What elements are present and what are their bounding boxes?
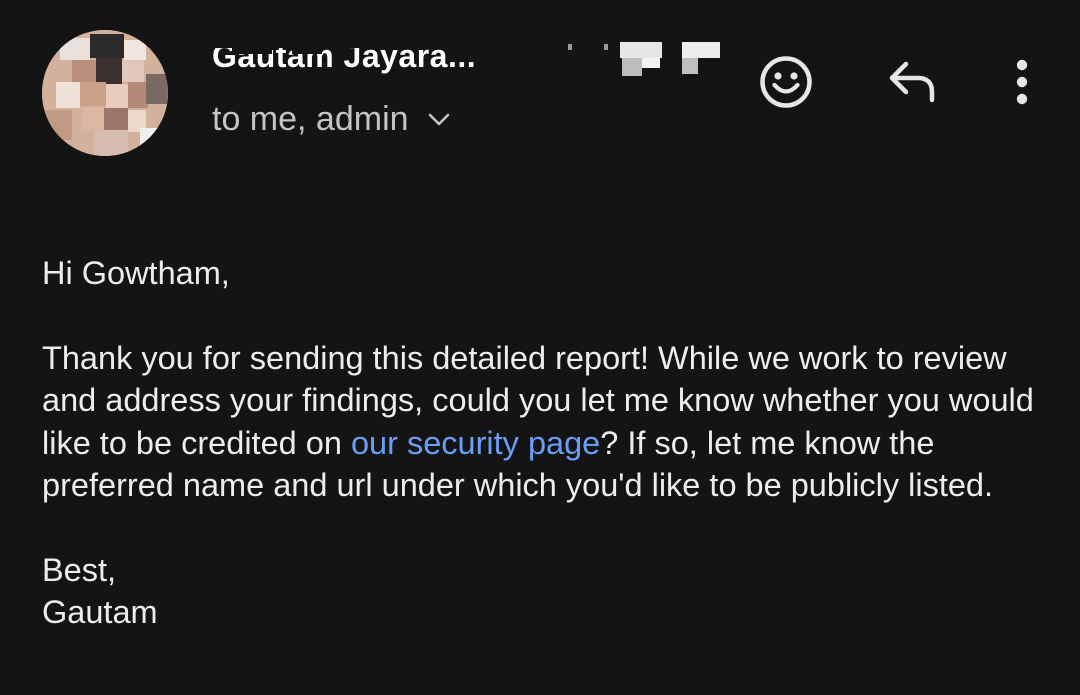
redacted-block — [568, 44, 572, 50]
redacted-block — [604, 44, 608, 50]
email-signoff: Best, — [42, 551, 117, 588]
redacted-block — [642, 58, 660, 68]
security-page-link[interactable]: our security page — [351, 425, 600, 461]
email-header: Gautam Jayara... to me, admin — [0, 0, 1080, 200]
emoji-reaction-icon — [760, 56, 812, 108]
more-options-button[interactable] — [996, 50, 1048, 114]
reply-button[interactable] — [880, 52, 944, 112]
more-vert-icon — [1016, 59, 1028, 105]
recipients-toggle[interactable]: to me, admin — [212, 100, 451, 139]
redacted-block — [682, 58, 698, 74]
recipients-text: to me, admin — [212, 100, 409, 138]
sender-avatar[interactable] — [42, 30, 168, 156]
redacted-block — [620, 42, 662, 58]
add-reaction-button[interactable] — [754, 50, 818, 114]
chevron-down-icon — [427, 108, 451, 132]
email-greeting: Hi Gowtham, — [42, 255, 230, 291]
redacted-block — [622, 58, 642, 76]
reply-icon — [889, 61, 935, 103]
redaction-overlay — [212, 36, 542, 80]
redacted-block — [682, 42, 720, 58]
email-body: Hi Gowtham, Thank you for sending this d… — [42, 252, 1042, 634]
email-paragraph: Thank you for sending this detailed repo… — [42, 337, 1042, 507]
email-signature: Gautam — [42, 594, 158, 630]
